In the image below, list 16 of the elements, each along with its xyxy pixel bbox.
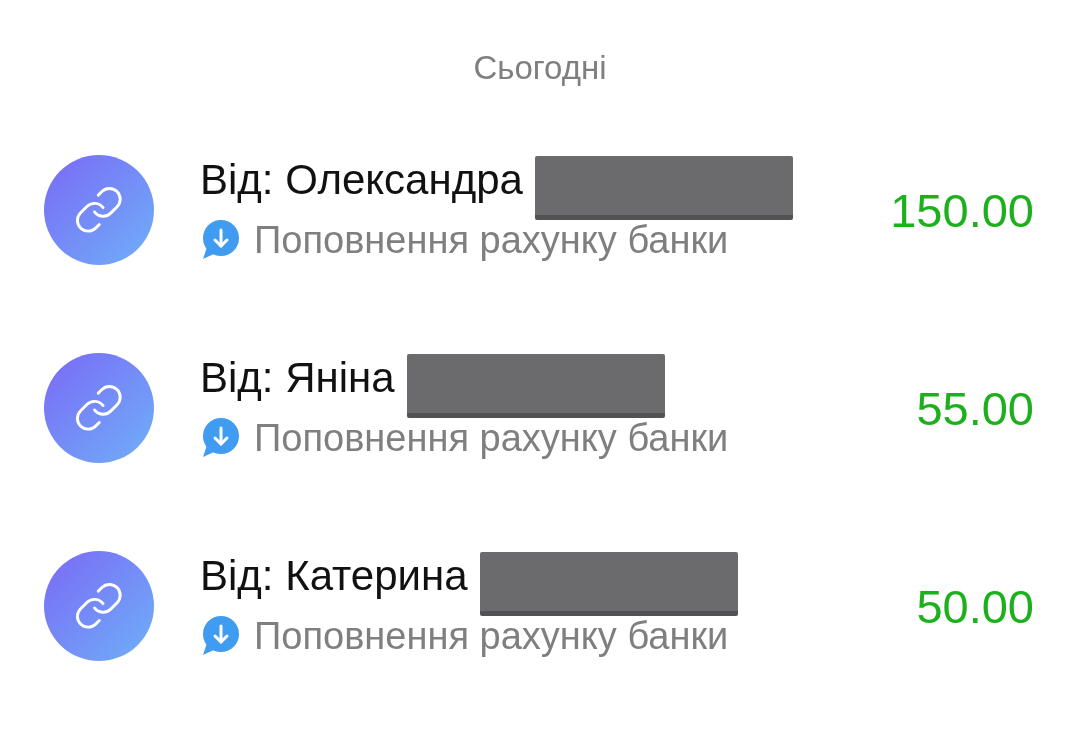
sender-name: Від: Яніна xyxy=(200,353,395,403)
sender-name: Від: Олександра xyxy=(200,155,523,205)
transaction-amount: 150.00 xyxy=(890,182,1034,238)
arrow-down-bubble-icon xyxy=(200,220,240,260)
transaction-description: Поповнення рахунку банки xyxy=(254,218,729,263)
transaction-amount: 50.00 xyxy=(916,578,1034,634)
link-icon xyxy=(44,551,154,661)
sender-name: Від: Катерина xyxy=(200,551,468,601)
link-icon xyxy=(44,353,154,463)
section-header: Сьогодні xyxy=(473,48,607,88)
link-icon xyxy=(44,155,154,265)
arrow-down-bubble-icon xyxy=(200,616,240,656)
transaction-description: Поповнення рахунку банки xyxy=(254,416,729,461)
transaction-amount: 55.00 xyxy=(916,380,1034,436)
arrow-down-bubble-icon xyxy=(200,418,240,458)
transaction-description: Поповнення рахунку банки xyxy=(254,614,729,659)
